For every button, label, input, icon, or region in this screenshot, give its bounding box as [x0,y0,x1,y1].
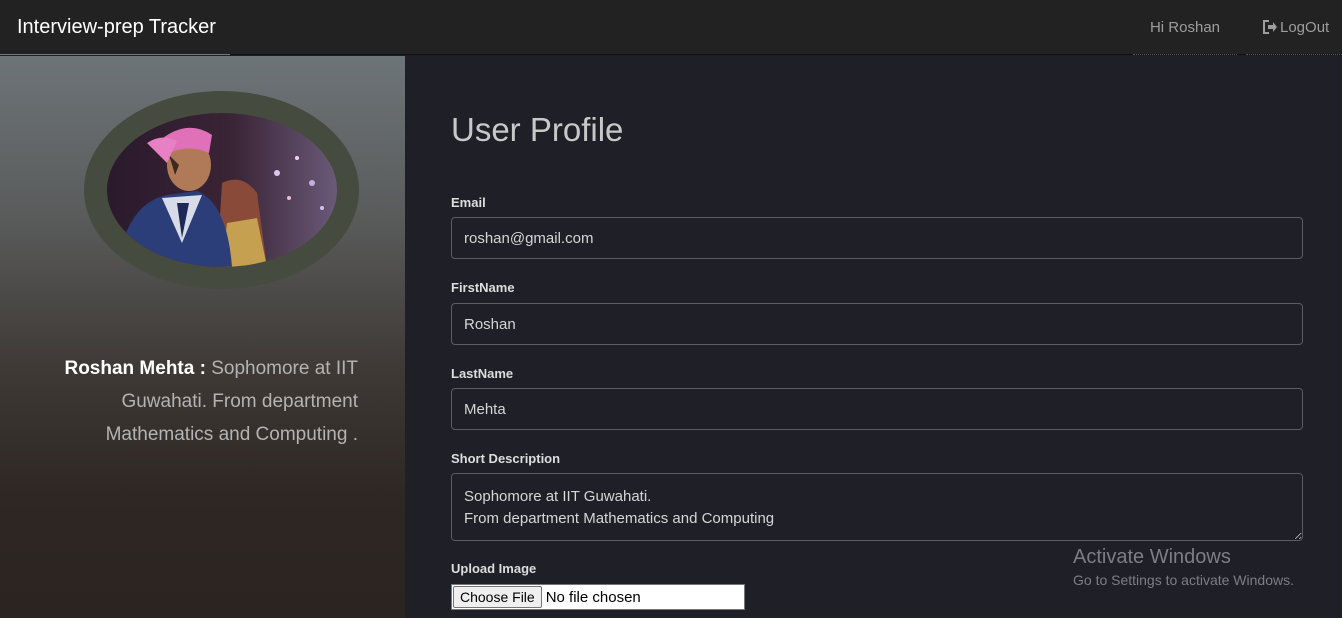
bio-name: Roshan Mehta : [64,358,206,379]
last-name-label: LastName [451,366,514,381]
watermark-subtitle: Go to Settings to activate Windows. [1073,572,1294,588]
choose-file-button[interactable]: Choose File [453,586,542,608]
description-label: Short Description [451,451,561,466]
profile-sidebar: Roshan Mehta : Sophomore at IIT Guwahati… [0,56,405,618]
activation-watermark: Activate Windows Go to Settings to activ… [1073,546,1294,588]
user-greeting-link[interactable]: Hi Roshan [1133,0,1237,55]
logout-label: LogOut [1280,18,1330,36]
brand-link[interactable]: Interview-prep Tracker [0,0,230,55]
upload-label: Upload Image [451,561,537,576]
logout-link[interactable]: LogOut [1246,0,1342,55]
avatar [107,113,337,267]
profile-bio: Roshan Mehta : Sophomore at IIT Guwahati… [40,352,358,451]
profile-form-panel: User Profile Email FirstName LastName Sh… [405,56,1342,618]
file-input[interactable]: Choose File No file chosen [451,584,745,610]
email-field[interactable] [451,217,1303,259]
first-name-field[interactable] [451,303,1303,345]
email-label: Email [451,195,486,210]
last-name-field[interactable] [451,388,1303,430]
navbar: Interview-prep Tracker Hi Roshan LogOut [0,0,1342,55]
logout-icon [1262,20,1278,34]
description-textarea[interactable]: Sophomore at IIT Guwahati. From departme… [451,473,1303,541]
watermark-title: Activate Windows [1073,546,1231,568]
first-name-label: FirstName [451,280,515,295]
file-status: No file chosen [545,588,641,606]
page-title: User Profile [451,111,624,148]
